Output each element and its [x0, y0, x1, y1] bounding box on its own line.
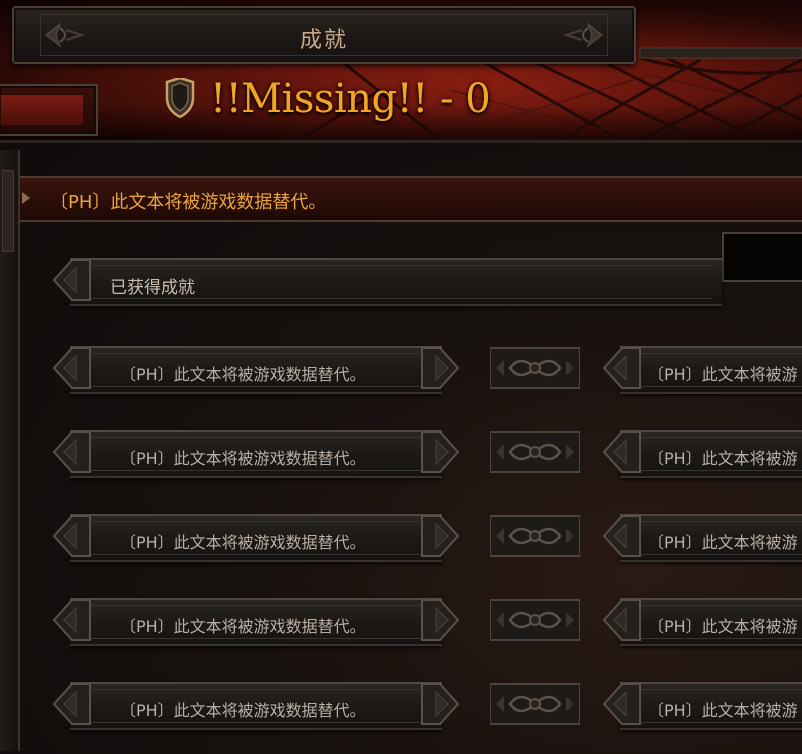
achievement-row[interactable]: 〔PH〕此文本将被游 — [600, 590, 802, 650]
plate-left-cap-icon — [52, 259, 91, 301]
row-knot-ornament-icon — [490, 347, 580, 389]
achievement-row[interactable]: 〔PH〕此文本将被游戏数据替代。 — [50, 590, 580, 650]
achievement-row[interactable]: 〔PH〕此文本将被游 — [600, 338, 802, 398]
achievement-label: 〔PH〕此文本将被游戏数据替代。 — [120, 365, 366, 384]
section-header-earned[interactable]: 已获得成就 — [50, 250, 722, 312]
section-title: 已获得成就 — [110, 278, 195, 298]
row-knot-ornament-icon — [490, 683, 580, 725]
placeholder-banner: 〔PH〕此文本将被游戏数据替代。 — [20, 176, 802, 222]
plate-left-cap-icon — [52, 515, 91, 557]
achievement-label: 〔PH〕此文本将被游 — [648, 617, 798, 636]
achievement-row[interactable]: 〔PH〕此文本将被游 — [600, 506, 802, 566]
achievement-label: 〔PH〕此文本将被游 — [648, 365, 798, 384]
banner-arrow-icon — [22, 192, 30, 204]
window-title: 成就 — [299, 28, 348, 53]
achievement-label: 〔PH〕此文本将被游 — [648, 449, 798, 468]
search-input[interactable] — [722, 232, 802, 282]
plate-right-cap-icon — [421, 347, 460, 389]
plate-left-cap-icon — [52, 347, 91, 389]
left-rail — [0, 150, 20, 751]
plate-left-cap-icon — [602, 515, 641, 557]
plate-right-cap-icon — [421, 515, 460, 557]
achievement-points-headline: !!Missing!! - 0 — [210, 76, 491, 122]
achievement-label: 〔PH〕此文本将被游戏数据替代。 — [120, 533, 366, 552]
banner-text: 〔PH〕此文本将被游戏数据替代。 — [50, 192, 327, 213]
shield-icon — [165, 78, 195, 118]
plate-left-cap-icon — [52, 599, 91, 641]
achievement-label: 〔PH〕此文本将被游戏数据替代。 — [120, 449, 366, 468]
plate-left-cap-icon — [602, 599, 641, 641]
plate-left-cap-icon — [602, 431, 641, 473]
achievement-row[interactable]: 〔PH〕此文本将被游 — [600, 422, 802, 482]
left-tab-frame[interactable] — [0, 84, 98, 136]
row-knot-ornament-icon — [490, 599, 580, 641]
achievement-row[interactable]: 〔PH〕此文本将被游戏数据替代。 — [50, 422, 580, 482]
row-knot-ornament-icon — [490, 431, 580, 473]
achievement-row[interactable]: 〔PH〕此文本将被游 — [600, 674, 802, 734]
achievement-label: 〔PH〕此文本将被游 — [648, 533, 798, 552]
plate-left-cap-icon — [52, 683, 91, 725]
window-title-bar: 成就 — [12, 6, 636, 64]
plate-right-cap-icon — [421, 599, 460, 641]
plate-left-cap-icon — [52, 431, 91, 473]
row-knot-ornament-icon — [490, 515, 580, 557]
achievement-row[interactable]: 〔PH〕此文本将被游戏数据替代。 — [50, 506, 580, 566]
achievement-row[interactable]: 〔PH〕此文本将被游戏数据替代。 — [50, 338, 580, 398]
achievement-label: 〔PH〕此文本将被游 — [648, 701, 798, 720]
achievement-label: 〔PH〕此文本将被游戏数据替代。 — [120, 701, 366, 720]
plate-right-cap-icon — [421, 683, 460, 725]
achievement-label: 〔PH〕此文本将被游戏数据替代。 — [120, 617, 366, 636]
achievement-row[interactable]: 〔PH〕此文本将被游戏数据替代。 — [50, 674, 580, 734]
plate-right-cap-icon — [421, 431, 460, 473]
plate-left-cap-icon — [602, 347, 641, 389]
plate-left-cap-icon — [602, 683, 641, 725]
